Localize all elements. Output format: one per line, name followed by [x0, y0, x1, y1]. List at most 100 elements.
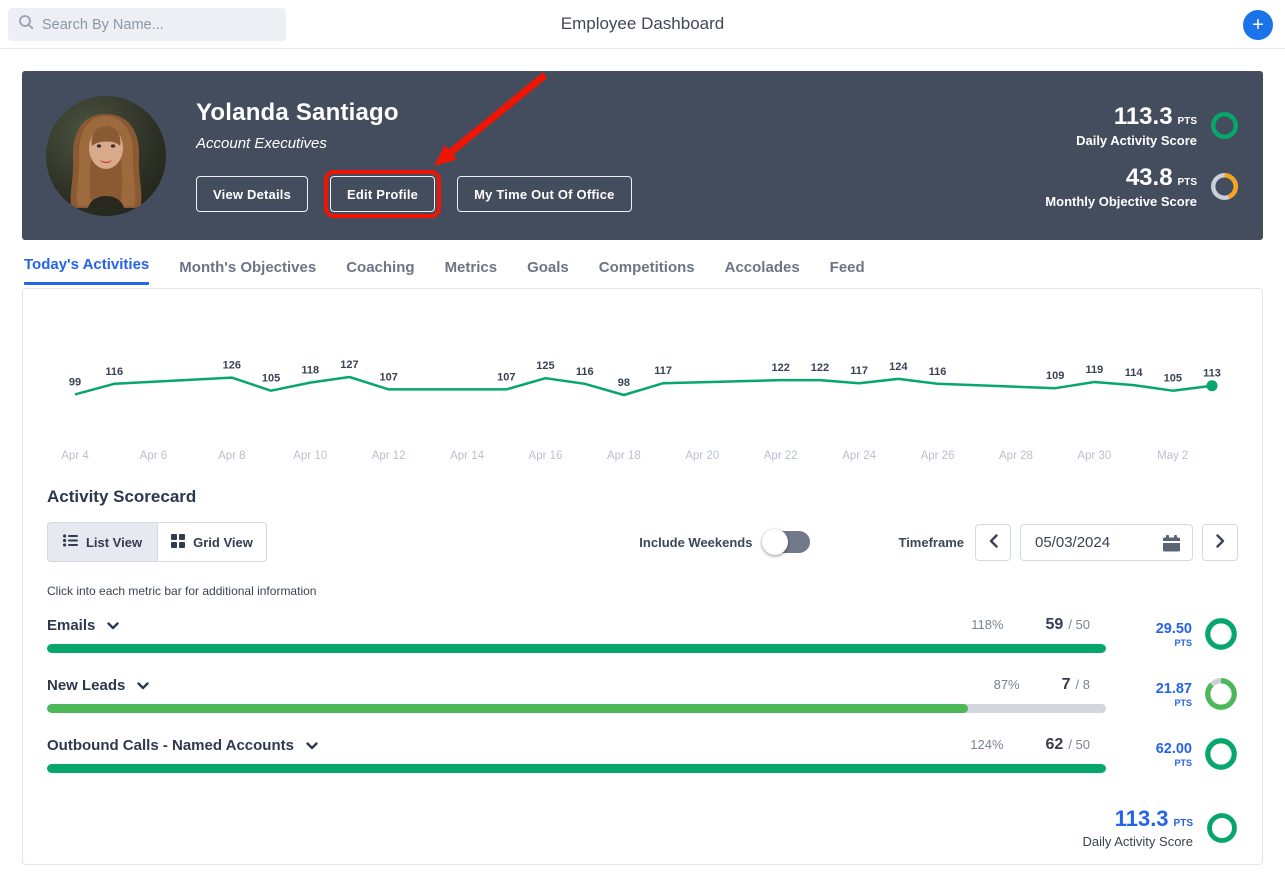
svg-text:Apr 16: Apr 16	[529, 450, 563, 462]
svg-text:119: 119	[1086, 364, 1104, 376]
svg-text:Apr 8: Apr 8	[218, 450, 246, 462]
daily-activity-score: 113.3 PTS Daily Activity Score	[1045, 103, 1239, 148]
metric-value: 7	[1062, 676, 1071, 694]
points-value: 21.87	[1156, 681, 1192, 697]
add-button[interactable]: +	[1243, 10, 1273, 40]
previous-day-button[interactable]	[975, 524, 1011, 561]
metric-bar-outbound-calls[interactable]	[47, 764, 1106, 773]
svg-text:May 2: May 2	[1157, 450, 1188, 462]
tab-accolades[interactable]: Accolades	[725, 259, 800, 285]
time-out-of-office-button[interactable]: My Time Out Of Office	[457, 176, 631, 212]
daily-score-ring	[1210, 111, 1239, 140]
timeframe-controls: Timeframe	[898, 524, 1238, 561]
include-weekends: Include Weekends	[639, 531, 810, 553]
metric-percent: 124%	[970, 737, 1003, 752]
svg-text:99: 99	[69, 376, 81, 388]
svg-text:122: 122	[772, 362, 790, 374]
total-score-ring	[1206, 812, 1238, 844]
tab-metrics[interactable]: Metrics	[445, 259, 498, 285]
monthly-score-unit: PTS	[1178, 177, 1197, 188]
scorecard-title: Activity Scorecard	[47, 487, 1262, 507]
svg-text:Apr 24: Apr 24	[842, 450, 876, 462]
svg-text:105: 105	[1164, 373, 1182, 385]
tab-coaching[interactable]: Coaching	[346, 259, 414, 285]
svg-text:Apr 22: Apr 22	[764, 450, 798, 462]
svg-text:113: 113	[1203, 368, 1221, 380]
daily-activity-chart[interactable]: 9911612610511812710710712511698117122122…	[23, 289, 1262, 474]
scorecard-hint: Click into each metric bar for additiona…	[47, 584, 1262, 598]
points-unit: PTS	[1156, 638, 1192, 648]
tab-competitions[interactable]: Competitions	[599, 259, 695, 285]
monthly-score-label: Monthly Objective Score	[1045, 194, 1197, 209]
tab-todays-activities[interactable]: Today's Activities	[24, 256, 149, 285]
svg-text:109: 109	[1046, 370, 1064, 382]
svg-text:107: 107	[497, 371, 515, 383]
metric-bar-emails[interactable]	[47, 644, 1106, 653]
metric-points-new-leads: 21.87 PTS	[1106, 664, 1262, 724]
search-input[interactable]	[42, 17, 276, 33]
daily-score-value: 113.3	[1114, 103, 1173, 131]
svg-text:124: 124	[889, 361, 908, 373]
metric-percent: 87%	[994, 677, 1020, 692]
points-value: 29.50	[1156, 621, 1192, 637]
monthly-objective-score: 43.8 PTS Monthly Objective Score	[1045, 164, 1239, 209]
chevron-right-icon	[1216, 534, 1225, 551]
tab-goals[interactable]: Goals	[527, 259, 569, 285]
metric-bar-new-leads[interactable]	[47, 704, 1106, 713]
metric-row-emails: Emails 118% 59 / 50 29.50 PTS	[23, 604, 1262, 664]
tab-months-objectives[interactable]: Month's Objectives	[179, 259, 316, 285]
points-unit: PTS	[1156, 698, 1192, 708]
next-day-button[interactable]	[1202, 524, 1238, 561]
search-box[interactable]	[8, 8, 286, 41]
total-score-label: Daily Activity Score	[1082, 834, 1193, 849]
calendar-icon[interactable]	[1163, 535, 1180, 557]
chevron-down-icon	[107, 617, 119, 634]
metric-value: 62	[1046, 736, 1064, 754]
metric-row-outbound-calls: Outbound Calls - Named Accounts 124% 62 …	[23, 724, 1262, 784]
metric-value: 59	[1046, 616, 1064, 634]
metric-row-new-leads: New Leads 87% 7 / 8 21.87 PTS	[23, 664, 1262, 724]
svg-text:118: 118	[301, 365, 319, 377]
svg-text:114: 114	[1125, 367, 1144, 379]
metric-points-outbound-calls: 62.00 PTS	[1106, 724, 1262, 784]
daily-score-unit: PTS	[1178, 116, 1197, 127]
metric-ring-outbound-calls	[1204, 737, 1238, 771]
svg-text:Apr 20: Apr 20	[685, 450, 719, 462]
metric-name-new-leads[interactable]: New Leads	[47, 677, 149, 694]
edit-profile-button[interactable]: Edit Profile	[330, 176, 435, 212]
svg-text:116: 116	[929, 366, 947, 378]
tab-feed[interactable]: Feed	[830, 259, 865, 285]
monthly-score-value: 43.8	[1126, 164, 1173, 192]
svg-text:Apr 6: Apr 6	[140, 450, 168, 462]
daily-score-label: Daily Activity Score	[1076, 133, 1197, 148]
svg-text:Apr 28: Apr 28	[999, 450, 1033, 462]
svg-text:125: 125	[536, 360, 554, 372]
profile-scores: 113.3 PTS Daily Activity Score 43.8 PTS …	[1045, 103, 1239, 209]
metric-target: / 8	[1076, 677, 1090, 692]
svg-text:107: 107	[379, 371, 397, 383]
metric-ring-new-leads	[1204, 677, 1238, 711]
monthly-score-ring	[1210, 172, 1239, 201]
view-toggle: List View Grid View	[47, 522, 267, 562]
chevron-left-icon	[989, 534, 998, 551]
search-icon	[18, 14, 34, 35]
profile-actions: View Details Edit Profile My Time Out Of…	[196, 176, 632, 212]
view-details-button[interactable]: View Details	[196, 176, 308, 212]
profile-info: Yolanda Santiago Account Executives View…	[196, 99, 632, 212]
metric-ring-emails	[1204, 617, 1238, 651]
svg-text:Apr 18: Apr 18	[607, 450, 641, 462]
svg-text:122: 122	[811, 362, 829, 374]
activity-card: 9911612610511812710710712511698117122122…	[22, 288, 1263, 865]
profile-role: Account Executives	[196, 135, 632, 152]
svg-text:Apr 26: Apr 26	[921, 450, 955, 462]
svg-text:127: 127	[340, 359, 358, 371]
include-weekends-label: Include Weekends	[639, 535, 752, 550]
list-view-button[interactable]: List View	[47, 522, 157, 562]
chevron-down-icon	[137, 677, 149, 694]
include-weekends-toggle[interactable]	[764, 531, 810, 553]
svg-text:117: 117	[850, 365, 868, 377]
grid-view-button[interactable]: Grid View	[157, 522, 267, 562]
metric-name-emails[interactable]: Emails	[47, 617, 119, 634]
metric-name-outbound-calls[interactable]: Outbound Calls - Named Accounts	[47, 737, 318, 754]
total-score-value: 113.3	[1115, 806, 1169, 832]
